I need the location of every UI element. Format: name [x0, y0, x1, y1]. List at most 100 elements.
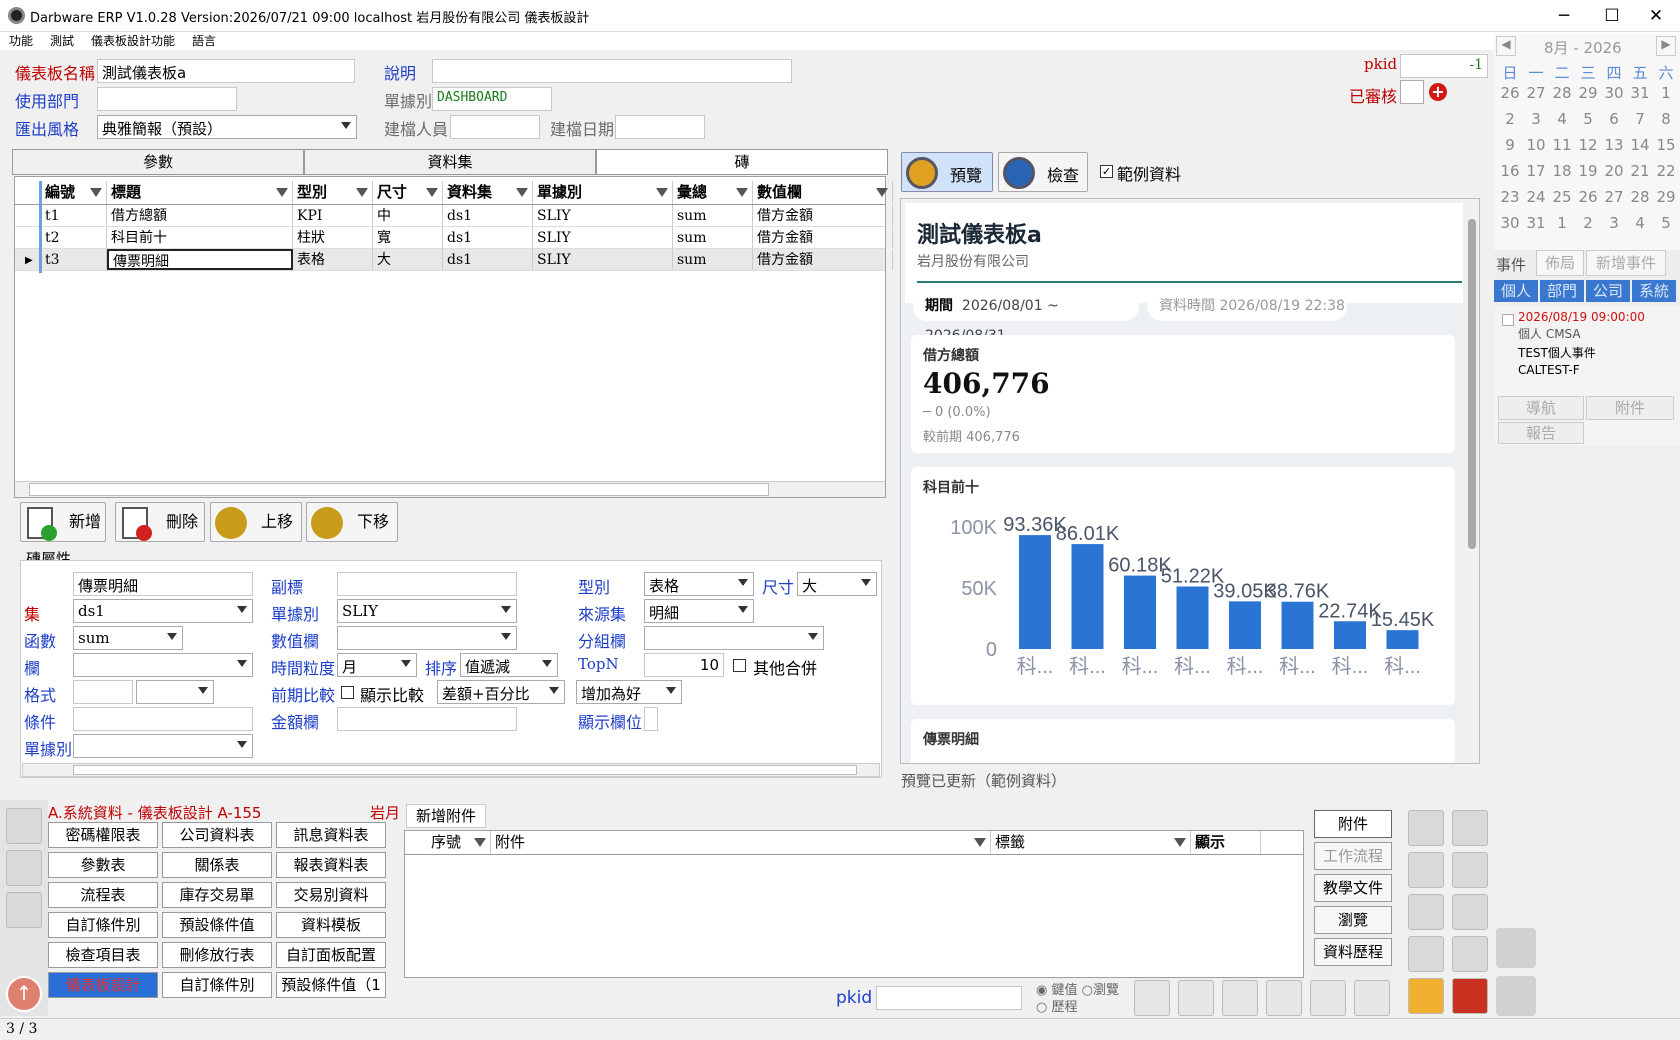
- minimize-button[interactable]: ─: [1540, 4, 1588, 28]
- calendar-day[interactable]: 11: [1550, 136, 1574, 154]
- exit-icon[interactable]: [1452, 978, 1488, 1014]
- bar[interactable]: [1071, 544, 1104, 649]
- description-input[interactable]: [432, 59, 792, 83]
- module-item[interactable]: 自訂面板配置: [276, 942, 386, 968]
- filter-icon[interactable]: [356, 188, 368, 197]
- calendar-day[interactable]: 20: [1602, 162, 1626, 180]
- preview-button[interactable]: 預覽: [901, 152, 993, 192]
- event-checkbox[interactable]: [1502, 314, 1514, 326]
- print-icon[interactable]: [1452, 852, 1488, 888]
- col-tag[interactable]: 標籤: [991, 831, 1191, 854]
- filter-icon[interactable]: [90, 188, 102, 197]
- doctype-input[interactable]: DASHBOARD: [432, 87, 552, 111]
- module-item[interactable]: 自訂條件別: [48, 912, 158, 938]
- module-item[interactable]: 資料模板: [276, 912, 386, 938]
- module-item[interactable]: 訊息資料表: [276, 822, 386, 848]
- col-select[interactable]: [73, 653, 253, 677]
- radio-browse[interactable]: ○: [1082, 983, 1093, 998]
- bar[interactable]: [1124, 575, 1156, 649]
- search-doc-icon[interactable]: [1452, 936, 1488, 972]
- add-event-button[interactable]: 新增事件: [1586, 250, 1666, 276]
- col-value[interactable]: 數值欄: [753, 181, 893, 204]
- calendar-day[interactable]: 3: [1524, 110, 1548, 128]
- calendar-day[interactable]: 24: [1524, 188, 1548, 206]
- better-select[interactable]: 增加為好: [576, 680, 682, 704]
- menu-item-function[interactable]: 功能: [9, 34, 33, 48]
- filter-icon[interactable]: [474, 838, 486, 847]
- scope-personal[interactable]: 個人: [1494, 280, 1538, 302]
- add-button[interactable]: 新增: [20, 502, 106, 542]
- move-down-button[interactable]: 下移: [306, 502, 398, 542]
- calendar-day[interactable]: 14: [1628, 136, 1652, 154]
- calendar-day[interactable]: 5: [1654, 214, 1678, 232]
- cond-input[interactable]: [73, 707, 253, 731]
- flower-icon[interactable]: [6, 850, 42, 886]
- calendar-day[interactable]: 15: [1654, 136, 1678, 154]
- plus-icon[interactable]: +: [1429, 83, 1447, 101]
- scope-system[interactable]: 系統: [1632, 280, 1676, 302]
- module-item[interactable]: 公司資料表: [162, 822, 272, 848]
- module-item[interactable]: 密碼權限表: [48, 822, 158, 848]
- scope-department[interactable]: 部門: [1540, 280, 1584, 302]
- tab-datasets[interactable]: 資料集: [304, 149, 596, 175]
- bar[interactable]: [1334, 621, 1366, 649]
- creator-input[interactable]: [450, 115, 540, 139]
- calendar-day[interactable]: 26: [1498, 84, 1522, 102]
- scroll-top-icon[interactable]: ↑: [6, 976, 42, 1012]
- calendar-day[interactable]: 30: [1498, 214, 1522, 232]
- numcol-select[interactable]: [337, 626, 517, 650]
- calendar-day[interactable]: 7: [1628, 110, 1652, 128]
- doc-select[interactable]: SLIY: [337, 599, 517, 623]
- calendar-day[interactable]: 5: [1576, 110, 1600, 128]
- calendar-day[interactable]: 4: [1628, 214, 1652, 232]
- col-title[interactable]: 標題: [107, 181, 293, 204]
- scrollbar-thumb[interactable]: [1468, 219, 1476, 549]
- menu-item-test[interactable]: 測試: [50, 34, 74, 48]
- calendar-day[interactable]: 19: [1576, 162, 1600, 180]
- horizontal-scrollbar[interactable]: [15, 481, 885, 497]
- col-id[interactable]: 編號: [41, 181, 107, 204]
- bar[interactable]: [1176, 586, 1209, 649]
- preview-scrollbar[interactable]: [1465, 199, 1479, 763]
- bar[interactable]: [1229, 601, 1261, 649]
- module-item[interactable]: 庫存交易單: [162, 882, 272, 908]
- show-field-input[interactable]: [644, 707, 658, 731]
- tutorial-button[interactable]: 教學文件: [1314, 874, 1392, 902]
- grain-select[interactable]: 月: [337, 653, 417, 677]
- tab-params[interactable]: 參數: [12, 149, 304, 175]
- table-row[interactable]: t2 科目前十 柱狀寬 ds1 SLIY sum 借方金額: [15, 227, 893, 249]
- bar[interactable]: [1019, 535, 1051, 649]
- save-icon[interactable]: [1408, 978, 1444, 1014]
- func-select[interactable]: sum: [73, 626, 183, 650]
- groupcol-select[interactable]: [644, 626, 824, 650]
- report-button[interactable]: 報告: [1498, 422, 1584, 444]
- refresh-icon[interactable]: [1222, 980, 1258, 1016]
- navigate-button[interactable]: 導航: [1498, 396, 1584, 420]
- module-item[interactable]: 自訂條件別: [162, 972, 272, 998]
- module-item[interactable]: 檢查項目表: [48, 942, 158, 968]
- calendar-day[interactable]: 2: [1576, 214, 1600, 232]
- browse-button[interactable]: 瀏覽: [1314, 906, 1392, 934]
- bar[interactable]: [1281, 601, 1314, 649]
- delete-button[interactable]: 刪除: [115, 502, 205, 542]
- calendar-day[interactable]: 25: [1550, 188, 1574, 206]
- calendar-day[interactable]: 27: [1602, 188, 1626, 206]
- calendar-day[interactable]: 17: [1524, 162, 1548, 180]
- set-select[interactable]: ds1: [73, 599, 253, 623]
- dashboard-name-input[interactable]: 測試儀表板a: [97, 59, 355, 83]
- calendar-day[interactable]: 29: [1576, 84, 1600, 102]
- scrollbar-thumb[interactable]: [73, 765, 857, 775]
- col-seq[interactable]: 序號: [427, 831, 491, 854]
- copy-doc-icon[interactable]: [1452, 810, 1488, 846]
- source-select[interactable]: 明細: [644, 599, 754, 623]
- filter-icon[interactable]: [736, 188, 748, 197]
- export-style-select[interactable]: 典雅簡報（預設）: [97, 115, 357, 139]
- calendar-day[interactable]: 16: [1498, 162, 1522, 180]
- layout-tab[interactable]: 佈局: [1536, 250, 1584, 276]
- calendar-day[interactable]: 30: [1602, 84, 1626, 102]
- col-dataset[interactable]: 資料集: [443, 181, 533, 204]
- robot-icon[interactable]: [1496, 928, 1536, 968]
- calendar-day[interactable]: 4: [1550, 110, 1574, 128]
- favorite-icon[interactable]: [6, 808, 42, 844]
- sort-select[interactable]: 值遞減: [460, 653, 558, 677]
